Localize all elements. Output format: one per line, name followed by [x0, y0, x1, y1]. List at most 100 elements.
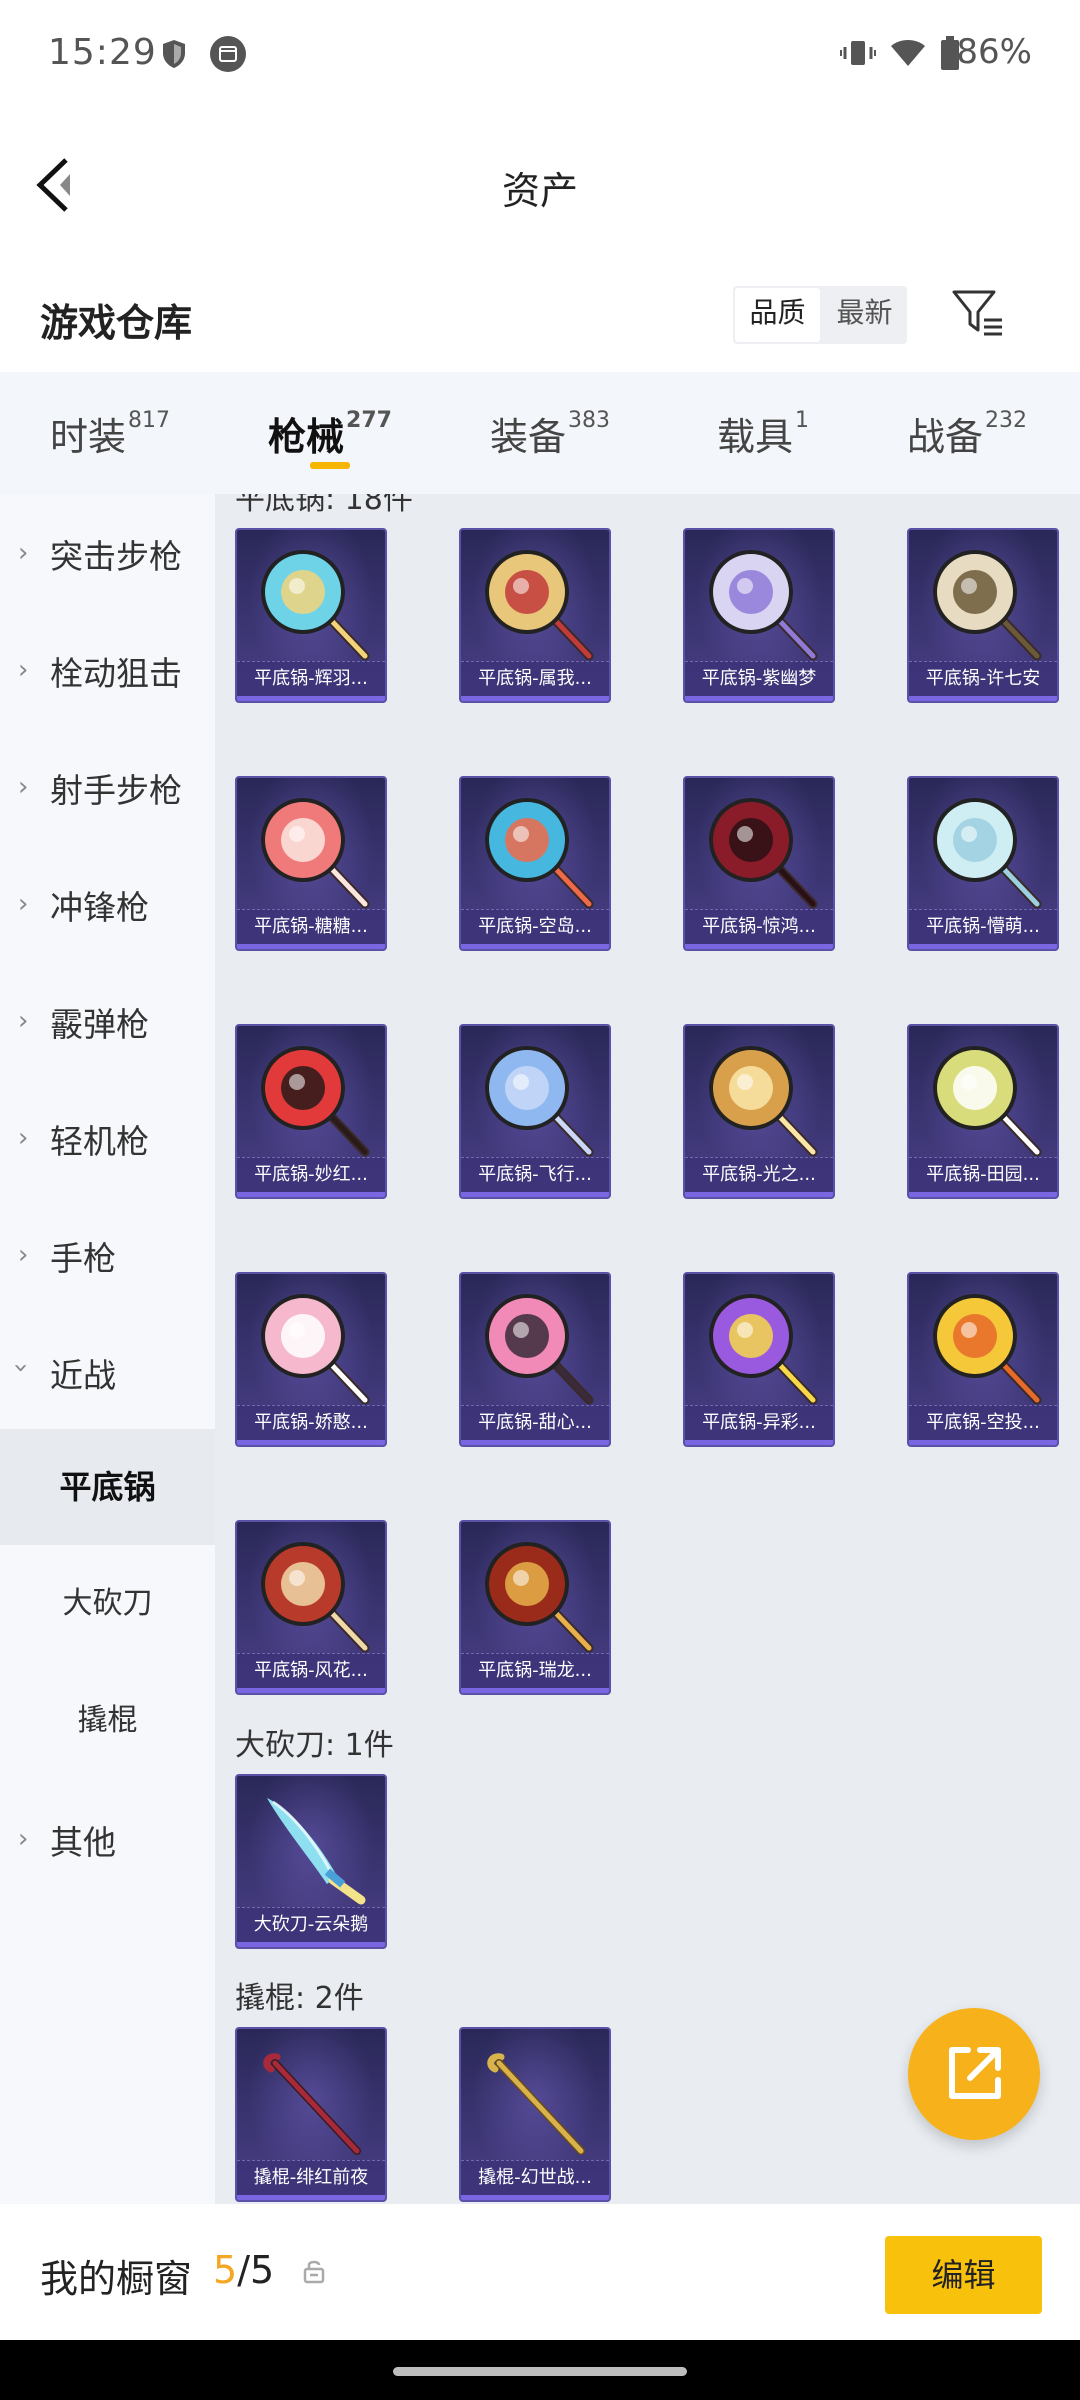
pan-item-card[interactable]: 平底锅-甜心...	[459, 1272, 611, 1447]
machete-icon	[253, 1790, 373, 1908]
lock-icon	[302, 2258, 326, 2288]
sidebar-item-bolt-sniper[interactable]: › 栓动狙击	[0, 611, 215, 727]
item-name: 撬棍-绯红前夜	[237, 2160, 385, 2200]
tab-label: 战备	[907, 415, 984, 459]
item-name: 平底锅-飞行...	[461, 1157, 609, 1197]
pan-item-card[interactable]: 平底锅-空岛...	[459, 776, 611, 951]
pan-icon	[925, 1040, 1045, 1158]
pan-icon	[477, 1536, 597, 1654]
sidebar-item-label: 栓动狙击	[50, 654, 182, 693]
filter-button[interactable]	[950, 284, 1006, 340]
chevron-right-icon: ›	[18, 1006, 29, 1036]
tab-vehicles[interactable]: 载具1	[717, 406, 809, 461]
crowbar-icon	[253, 2043, 373, 2161]
chevron-right-icon: ›	[18, 1824, 29, 1854]
pan-item-card[interactable]: 平底锅-田园...	[907, 1024, 1059, 1199]
tab-supplies[interactable]: 战备232	[907, 406, 1027, 461]
pan-item-card[interactable]: 平底锅-紫幽梦	[683, 528, 835, 703]
pan-item-card[interactable]: 平底锅-光之...	[683, 1024, 835, 1199]
pan-icon	[477, 1040, 597, 1158]
pan-item-card[interactable]: 平底锅-许七安	[907, 528, 1059, 703]
crowbar-icon	[477, 2043, 597, 2161]
item-name: 平底锅-瑞龙...	[461, 1653, 609, 1693]
pan-item-card[interactable]: 平底锅-妙红...	[235, 1024, 387, 1199]
tab-count: 383	[568, 408, 611, 433]
pan-item-card[interactable]: 平底锅-风花...	[235, 1520, 387, 1695]
pan-item-card[interactable]: 平底锅-飞行...	[459, 1024, 611, 1199]
pan-item-card[interactable]: 平底锅-属我...	[459, 528, 611, 703]
section-header-pan: 平底锅: 18件	[235, 494, 413, 517]
sidebar-item-lmg[interactable]: › 轻机枪	[0, 1079, 215, 1195]
tab-label: 时装	[50, 415, 127, 459]
sidebar-item-pistol[interactable]: › 手枪	[0, 1196, 215, 1312]
chevron-right-icon: ›	[18, 538, 29, 568]
sidebar-subitem-machete[interactable]: 大砍刀	[0, 1546, 215, 1662]
pan-item-card[interactable]: 平底锅-空投...	[907, 1272, 1059, 1447]
item-name: 平底锅-糖糖...	[237, 909, 385, 949]
item-name: 大砍刀-云朵鹅	[237, 1907, 385, 1947]
pan-icon	[925, 792, 1045, 910]
sidebar-item-label: 霰弹枪	[50, 1005, 149, 1044]
item-name: 平底锅-光之...	[685, 1157, 833, 1197]
item-name: 平底锅-妙红...	[237, 1157, 385, 1197]
pan-icon	[925, 544, 1045, 662]
crowbar-item-card[interactable]: 撬棍-绯红前夜	[235, 2027, 387, 2202]
tab-costume[interactable]: 时装817	[50, 406, 170, 461]
showcase-label: 我的橱窗	[40, 2257, 193, 2301]
sidebar-item-marksman-rifle[interactable]: › 射手步枪	[0, 728, 215, 844]
tab-firearms[interactable]: 枪械277	[268, 406, 392, 461]
item-name: 平底锅-异彩...	[685, 1405, 833, 1445]
sort-toggle: 品质 最新	[733, 286, 907, 344]
item-name: 平底锅-田园...	[909, 1157, 1057, 1197]
pan-icon	[253, 1040, 373, 1158]
chevron-right-icon: ›	[18, 889, 29, 919]
item-name: 平底锅-风花...	[237, 1653, 385, 1693]
tab-count: 817	[128, 408, 171, 433]
category-tabs: 时装817 枪械277 装备383 载具1 战备232	[0, 372, 1080, 494]
sidebar-item-shotgun[interactable]: › 霰弹枪	[0, 962, 215, 1078]
pan-item-card[interactable]: 平底锅-辉羽...	[235, 528, 387, 703]
machete-item-card[interactable]: 大砍刀-云朵鹅	[235, 1774, 387, 1949]
sidebar-item-melee[interactable]: › 近战	[0, 1313, 215, 1429]
edit-button[interactable]: 编辑	[885, 2236, 1042, 2314]
pan-icon	[253, 1536, 373, 1654]
vibrate-icon	[840, 38, 876, 72]
sort-quality-button[interactable]: 品质	[735, 288, 820, 342]
nav-bar: 资产	[0, 110, 1080, 260]
sidebar-subitem-pan[interactable]: 平底锅	[0, 1429, 215, 1545]
share-fab-button[interactable]	[908, 2008, 1040, 2140]
active-tab-indicator	[310, 462, 350, 469]
pan-item-card[interactable]: 平底锅-糖糖...	[235, 776, 387, 951]
pan-icon	[477, 792, 597, 910]
status-time: 15:29	[48, 32, 157, 73]
external-link-icon	[949, 2047, 1001, 2099]
pan-item-card[interactable]: 平底锅-娇憨...	[235, 1272, 387, 1447]
pan-item-card[interactable]: 平底锅-异彩...	[683, 1272, 835, 1447]
sidebar-item-label: 近战	[50, 1356, 116, 1395]
home-gesture-bar[interactable]	[393, 2367, 687, 2376]
filter-icon	[952, 290, 1002, 336]
pan-item-card[interactable]: 平底锅-惊鸿...	[683, 776, 835, 951]
sidebar-subitem-crowbar[interactable]: 撬棍	[0, 1663, 215, 1779]
tab-label: 枪械	[268, 415, 345, 459]
item-name: 平底锅-空投...	[909, 1405, 1057, 1445]
wifi-icon	[890, 38, 926, 72]
chevron-right-icon: ›	[18, 1123, 29, 1153]
sidebar-item-label: 轻机枪	[50, 1122, 149, 1161]
item-name: 平底锅-惊鸿...	[685, 909, 833, 949]
pan-item-card[interactable]: 平底锅-瑞龙...	[459, 1520, 611, 1695]
pan-icon	[477, 1288, 597, 1406]
tab-equipment[interactable]: 装备383	[490, 406, 610, 461]
pan-icon	[253, 544, 373, 662]
pan-item-card[interactable]: 平底锅-懵萌...	[907, 776, 1059, 951]
sidebar-item-assault-rifle[interactable]: › 突击步枪	[0, 494, 215, 610]
chevron-down-icon: ›	[6, 1362, 37, 1374]
showcase-bar: 我的橱窗 5/5 编辑	[0, 2204, 1080, 2340]
tab-label: 载具	[717, 415, 794, 459]
sort-newest-button[interactable]: 最新	[822, 286, 907, 344]
crowbar-item-card[interactable]: 撬棍-幻世战...	[459, 2027, 611, 2202]
sidebar-item-smg[interactable]: › 冲锋枪	[0, 845, 215, 961]
pan-icon	[701, 1040, 821, 1158]
item-name: 平底锅-娇憨...	[237, 1405, 385, 1445]
sidebar-item-other[interactable]: › 其他	[0, 1780, 215, 1896]
